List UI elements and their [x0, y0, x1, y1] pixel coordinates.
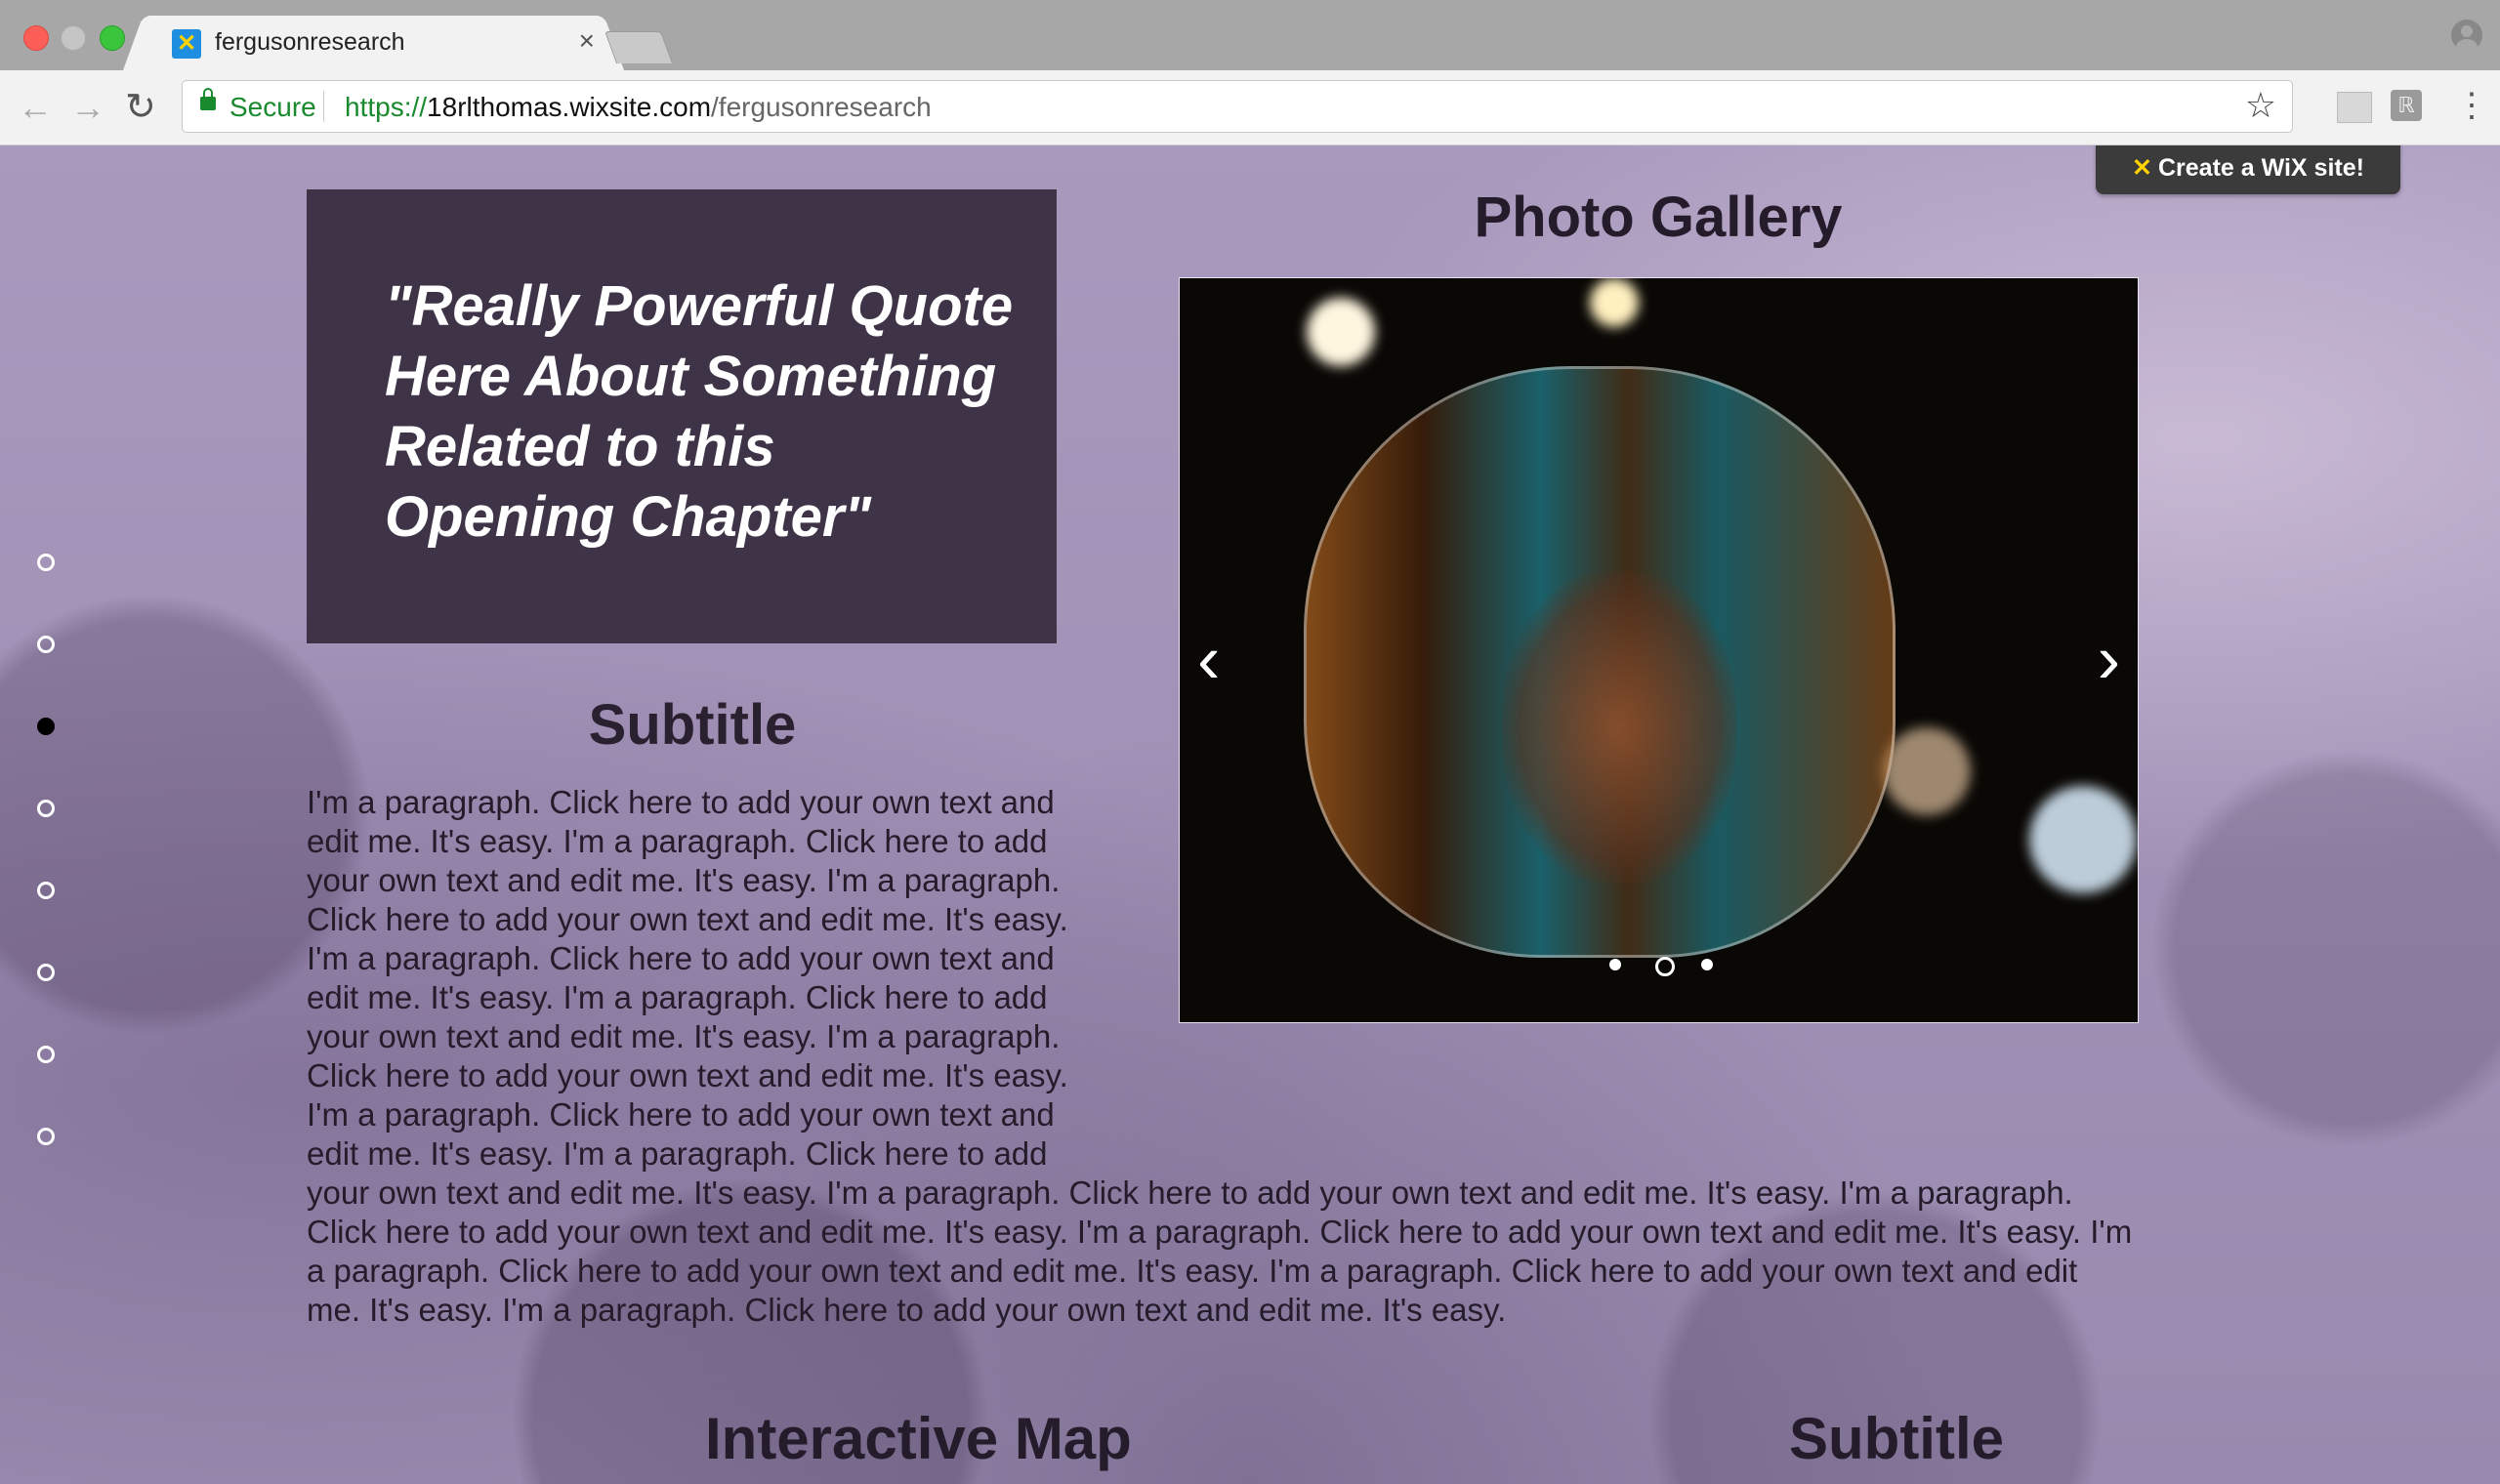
gallery-photo [1883, 727, 1971, 815]
bookmark-star-icon[interactable]: ☆ [2245, 85, 2276, 126]
photo-gallery[interactable]: ‹ › [1179, 277, 2139, 1023]
url-path: /fergusonresearch [711, 92, 932, 122]
address-bar[interactable]: Secure https://18rlthomas.wixsite.com/fe… [182, 80, 2293, 133]
new-tab-button[interactable] [604, 31, 674, 63]
create-wix-site-banner[interactable]: ✕ Create a WiX site! [2096, 145, 2400, 194]
browser-tab-bar: ✕ fergusonresearch × [0, 0, 2500, 71]
wix-favicon-icon: ✕ [172, 29, 201, 59]
quote-line: Here About Something [385, 345, 997, 408]
extension-translate-icon[interactable]: ℝ [2391, 90, 2422, 121]
tab-title: fergusonresearch [215, 28, 405, 56]
browser-toolbar: ← → ↻ Secure https://18rlthomas.wixsite.… [0, 70, 2500, 145]
section-nav-dot[interactable] [37, 882, 55, 899]
gallery-dot[interactable] [1609, 959, 1621, 970]
gallery-photo [1590, 278, 1639, 327]
gallery-photo-face [1502, 571, 1736, 884]
section-subtitle-2[interactable]: Subtitle [1789, 1405, 2004, 1472]
url-text[interactable]: https://18rlthomas.wixsite.com/fergusonr… [345, 92, 932, 123]
quote-line: Related to this [385, 415, 775, 478]
tab-close-icon[interactable]: × [579, 25, 595, 57]
quote-text[interactable]: "Really Powerful Quote Here About Someth… [385, 271, 1020, 553]
section-nav-dot[interactable] [37, 1128, 55, 1145]
section-nav-dot[interactable] [37, 554, 55, 571]
wix-banner-label: Create a WiX site! [2157, 154, 2364, 182]
secure-label: Secure [229, 92, 316, 122]
section-nav-dot[interactable] [37, 800, 55, 817]
window-minimize-button[interactable] [61, 25, 86, 51]
browser-menu-icon[interactable]: ⋮ [2455, 84, 2488, 127]
section-nav-dot[interactable] [37, 636, 55, 653]
gallery-dot[interactable] [1655, 957, 1675, 976]
quote-line: "Really Powerful Quote [385, 274, 1014, 338]
page-content: ✕ Create a WiX site! "Really Powerful Quo… [0, 145, 2500, 1484]
section-nav-dot[interactable] [37, 718, 55, 735]
section-nav-dot[interactable] [37, 1046, 55, 1063]
gallery-photo [2029, 786, 2137, 893]
window-maximize-button[interactable] [100, 25, 125, 51]
section-nav-dot[interactable] [37, 964, 55, 981]
profile-icon[interactable] [2451, 20, 2482, 51]
extension-icon[interactable] [2337, 92, 2372, 123]
window-close-button[interactable] [23, 25, 49, 51]
back-arrow-icon[interactable]: ← [18, 84, 53, 131]
quote-line: Opening Chapter" [385, 485, 871, 549]
gallery-photo [1307, 298, 1375, 366]
interactive-map-title[interactable]: Interactive Map [705, 1405, 1132, 1472]
gallery-title[interactable]: Photo Gallery [1180, 185, 2137, 250]
reload-icon[interactable]: ↻ [125, 84, 156, 131]
gallery-next-arrow-icon[interactable]: › [2098, 620, 2120, 698]
url-host: 18rlthomas.wixsite.com [427, 92, 712, 122]
url-scheme: https:// [345, 92, 428, 122]
url-separator [323, 91, 324, 122]
wix-logo-icon: ✕ [2132, 154, 2152, 182]
gallery-dot[interactable] [1701, 959, 1713, 970]
quote-box: "Really Powerful Quote Here About Someth… [307, 189, 1057, 643]
lock-icon [200, 88, 216, 110]
forward-arrow-icon[interactable]: → [70, 84, 105, 131]
section-subtitle[interactable]: Subtitle [307, 692, 1078, 758]
browser-tab[interactable]: ✕ fergusonresearch × [146, 16, 601, 71]
gallery-prev-arrow-icon[interactable]: ‹ [1197, 620, 1220, 698]
